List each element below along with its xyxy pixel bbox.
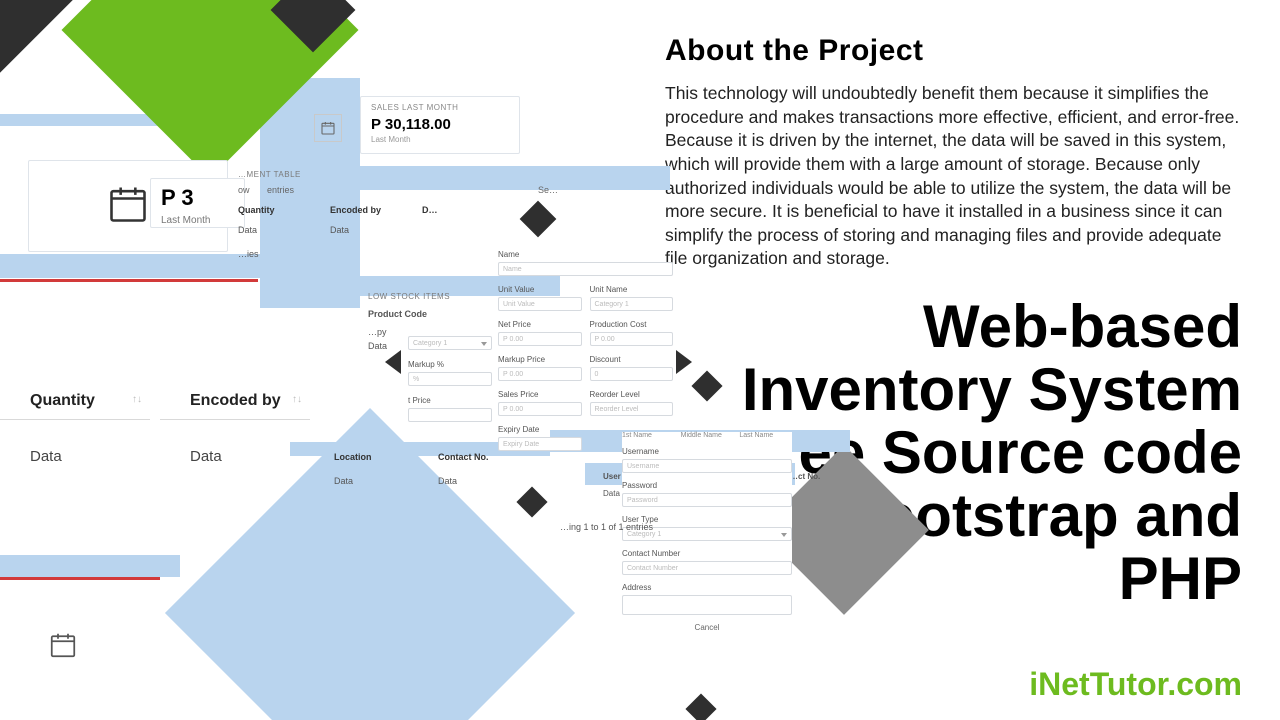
decor-diamond — [0, 0, 73, 78]
t-price-input[interactable] — [408, 408, 492, 422]
cell-data: Data — [0, 448, 160, 465]
cell-data: Data — [238, 225, 300, 235]
col-encoded-label: Encoded by — [190, 392, 281, 409]
sort-icon: ↑↓ — [132, 394, 142, 405]
kpi-value: P 3 — [161, 185, 234, 211]
col-quantity-label: Quantity — [30, 392, 95, 409]
last-name-label: Last Name — [739, 432, 792, 439]
chevron-left-icon — [385, 350, 401, 374]
calendar-small-icon — [314, 114, 342, 142]
product-form-left: Category 1 Markup % % t Price — [408, 336, 492, 432]
contact-input[interactable]: Contact Number — [622, 561, 792, 575]
decor-diamond — [691, 370, 722, 401]
cell-data: Data — [160, 448, 320, 465]
first-name-label: 1st Name — [622, 432, 675, 439]
name-label: Name — [498, 250, 673, 259]
markup-price-input[interactable]: P 0.00 — [498, 367, 582, 381]
sales-label: SALES LAST MONTH — [371, 103, 509, 112]
sales-price-input[interactable]: P 0.00 — [498, 402, 582, 416]
calendar-icon — [106, 182, 150, 231]
table-title: …MENT TABLE — [238, 170, 558, 179]
markup-pct-label: Markup % — [408, 360, 492, 369]
entries-suffix: entries — [267, 185, 294, 195]
contact-label: Contact Number — [622, 549, 792, 558]
expiry-input[interactable]: Expiry Date — [498, 437, 582, 451]
decor-diamond — [685, 693, 716, 720]
col-contact: Contact No. — [438, 452, 498, 462]
expiry-label: Expiry Date — [498, 425, 582, 434]
sales-card: SALES LAST MONTH P 30,118.00 Last Month — [360, 96, 520, 154]
markup-pct-input[interactable]: % — [408, 372, 492, 386]
address-input[interactable] — [622, 595, 792, 615]
kpi-card-fragment: P 3 Last Month — [150, 178, 245, 228]
sales-price-label: Sales Price — [498, 390, 582, 399]
markup-price-label: Markup Price — [498, 355, 582, 364]
cell-data: Data — [330, 225, 392, 235]
col-quantity: Quantity — [238, 205, 300, 215]
product-form: Name Name Unit Value Unit Value Unit Nam… — [498, 250, 673, 460]
table-snippet: Quantity ↑↓ Encoded by ↑↓ Data Data — [0, 392, 320, 465]
entries-prefix: ow — [238, 185, 250, 195]
discount-input[interactable]: 0 — [590, 367, 674, 381]
cell-data: Data — [438, 476, 498, 486]
collage: P 3 Last Month SALES LAST MONTH P 30,118… — [0, 0, 860, 720]
username-label: Username — [622, 447, 792, 456]
prod-cost-label: Production Cost — [590, 320, 674, 329]
category-select[interactable]: Category 1 — [408, 336, 492, 350]
reorder-label: Reorder Level — [590, 390, 674, 399]
address-label: Address — [622, 583, 792, 592]
sales-sub: Last Month — [371, 135, 509, 144]
unit-name-label: Unit Name — [590, 285, 674, 294]
unit-value-label: Unit Value — [498, 285, 582, 294]
table-fragment: …MENT TABLE ow entries Se… Quantity Enco… — [238, 170, 558, 259]
col-encoded[interactable]: Encoded by ↑↓ — [160, 392, 320, 420]
t-price-label: t Price — [408, 396, 492, 405]
location-table: Location Contact No. Data Data — [334, 452, 514, 486]
password-label: Password — [622, 481, 792, 490]
unit-name-input[interactable]: Category 1 — [590, 297, 674, 311]
cell-data: Data — [334, 476, 394, 486]
chevron-right-icon — [676, 350, 692, 374]
sales-value: P 30,118.00 — [371, 116, 509, 133]
username-input[interactable]: Username — [622, 459, 792, 473]
password-input[interactable]: Password — [622, 493, 792, 507]
showing-text: …ing 1 to 1 of 1 entries — [560, 522, 653, 532]
unit-value-input[interactable]: Unit Value — [498, 297, 582, 311]
net-price-input[interactable]: P 0.00 — [498, 332, 582, 346]
col-d: D… — [422, 205, 484, 215]
kpi-sub: Last Month — [161, 215, 234, 226]
decor-strip — [0, 555, 180, 577]
search-hint: Se… — [538, 185, 558, 195]
calendar-icon — [48, 630, 78, 660]
user-form: 1st Name Middle Name Last Name Username … — [622, 432, 792, 632]
prod-cost-input[interactable]: P 0.00 — [590, 332, 674, 346]
col-quantity[interactable]: Quantity ↑↓ — [0, 392, 160, 420]
user-right-hdr: …ct No. — [790, 472, 820, 481]
sort-icon: ↑↓ — [292, 394, 302, 405]
col-encoded: Encoded by — [330, 205, 392, 215]
user-right-col: …ct No. — [790, 472, 820, 489]
net-price-label: Net Price — [498, 320, 582, 329]
middle-name-label: Middle Name — [681, 432, 734, 439]
cancel-button[interactable]: Cancel — [622, 623, 792, 632]
discount-label: Discount — [590, 355, 674, 364]
decor-diamond — [516, 486, 547, 517]
reorder-input[interactable]: Reorder Level — [590, 402, 674, 416]
name-input[interactable]: Name — [498, 262, 673, 276]
col-location: Location — [334, 452, 394, 462]
brand-name: iNetTutor.com — [1029, 666, 1242, 703]
